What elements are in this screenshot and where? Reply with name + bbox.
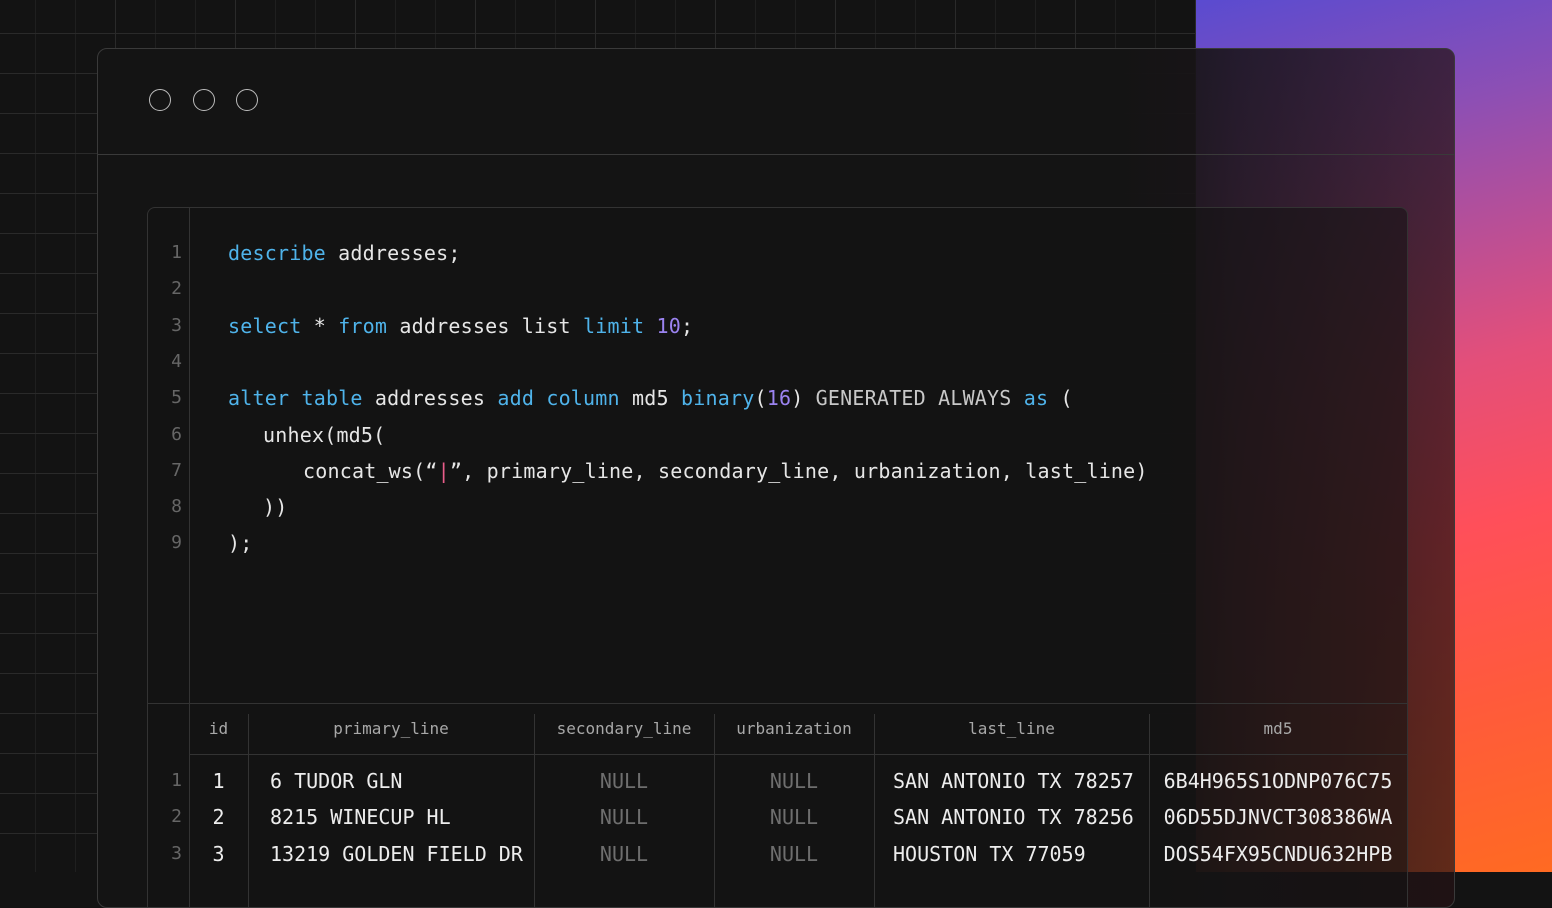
line-number: 1 <box>171 242 182 263</box>
table-cell-primary-line: 6 TUDOR GLN <box>270 769 403 793</box>
code-token: ( <box>754 386 767 411</box>
sql-keyword: as <box>1023 386 1049 411</box>
line-number: 5 <box>171 387 182 409</box>
code-line: concat_ws(“|”, primary_line, secondary_l… <box>303 459 1148 483</box>
app-window: 123456789 describe addresses; select * fr… <box>97 48 1455 908</box>
column-header-primary-line[interactable]: primary_line <box>248 718 534 740</box>
table-cell-secondary-line: NULL <box>599 841 649 866</box>
code-token: addresses; <box>325 241 461 265</box>
table-cell-id: 2 <box>212 805 225 830</box>
code-token: ) <box>791 386 816 411</box>
window-control-close[interactable] <box>149 89 171 111</box>
window-control-minimize[interactable] <box>193 89 215 111</box>
column-divider <box>874 714 875 907</box>
table-cell-urbanization: NULL <box>769 841 819 866</box>
sql-keyword: add <box>497 386 535 411</box>
code-token: )) <box>263 495 288 520</box>
window-control-maximize[interactable] <box>236 89 258 111</box>
table-cell-urbanization: NULL <box>769 769 819 793</box>
code-token: ”, primary_line, secondary_line, urbaniz… <box>449 458 1148 483</box>
column-header-urbanization[interactable]: urbanization <box>714 718 874 740</box>
table-cell-md5: 06D55DJNVCT308386WA <box>1163 805 1393 830</box>
line-number: 8 <box>171 496 182 518</box>
column-header-secondary-line[interactable]: secondary_line <box>534 718 714 740</box>
code-line: select * from addresses list limit 10; <box>228 314 693 338</box>
code-line: describe addresses; <box>228 241 461 265</box>
code-token: * <box>301 313 339 338</box>
code-line: )) <box>263 495 287 519</box>
table-cell-secondary-line: NULL <box>599 769 649 793</box>
sql-keyword: describe <box>228 241 326 265</box>
column-header-id[interactable]: id <box>189 718 248 740</box>
table-cell-primary-line: 8215 WINECUP HL <box>270 805 451 830</box>
line-number: 7 <box>171 459 182 481</box>
sql-keyword: alter <box>228 386 290 411</box>
code-token: md5 <box>619 386 681 411</box>
table-cell-md5: 6B4H965S1ODNP076C75 <box>1163 769 1393 793</box>
column-header-last-line[interactable]: last_line <box>874 718 1149 740</box>
table-cell-last-line: HOUSTON TX 77059 <box>893 841 1086 866</box>
sql-number: 10 <box>656 313 681 338</box>
line-number: 3 <box>171 314 182 336</box>
code-token: “ <box>425 458 438 483</box>
table-cell-last-line: SAN ANTONIO TX 78257 <box>893 769 1134 793</box>
code-token: addresses list <box>387 313 584 338</box>
code-token: ); <box>228 531 253 556</box>
table-cell-id: 3 <box>212 841 225 866</box>
code-token: GENERATED ALWAYS <box>815 386 1012 411</box>
sql-keyword: from <box>338 313 388 338</box>
code-token: ; <box>680 313 694 338</box>
code-token: unhex(md5( <box>263 422 386 447</box>
table-cell-primary-line: 13219 GOLDEN FIELD DR <box>270 841 523 866</box>
line-number: 4 <box>171 350 182 372</box>
sql-keyword: limit <box>583 313 645 338</box>
sql-keyword: column <box>546 386 620 411</box>
table-cell-md5: DOS54FX95CNDU632HPB <box>1163 841 1393 866</box>
code-line: ); <box>228 531 252 555</box>
table-cell-urbanization: NULL <box>769 805 819 830</box>
code-token: concat_ws( <box>303 458 426 483</box>
table-cell-last-line: SAN ANTONIO TX 78256 <box>893 805 1134 830</box>
row-number: 3 <box>171 842 182 864</box>
window-titlebar <box>98 49 1454 155</box>
sql-editor-panel: 123456789 describe addresses; select * fr… <box>147 207 1408 907</box>
line-number: 9 <box>171 532 182 554</box>
header-divider <box>189 754 1407 755</box>
sql-keyword: table <box>301 386 363 411</box>
code-line: unhex(md5( <box>263 423 385 447</box>
sql-keyword: binary <box>681 386 755 411</box>
code-token: addresses <box>362 386 498 411</box>
sql-keyword: select <box>228 313 302 338</box>
code-token: ( <box>1048 386 1073 411</box>
row-number: 2 <box>171 806 182 828</box>
code-line: alter table addresses add column md5 bin… <box>228 386 1073 410</box>
line-number: 6 <box>171 423 182 445</box>
table-cell-id: 1 <box>212 769 225 793</box>
sql-number: 16 <box>766 386 792 411</box>
column-header-md5[interactable]: md5 <box>1149 718 1407 740</box>
row-number: 1 <box>171 770 182 791</box>
results-table: id primary_line secondary_line urbanization… <box>148 703 1407 907</box>
table-cell-secondary-line: NULL <box>599 805 649 830</box>
sql-string: | <box>437 458 450 483</box>
column-divider <box>248 714 249 907</box>
line-number: 2 <box>171 278 182 300</box>
